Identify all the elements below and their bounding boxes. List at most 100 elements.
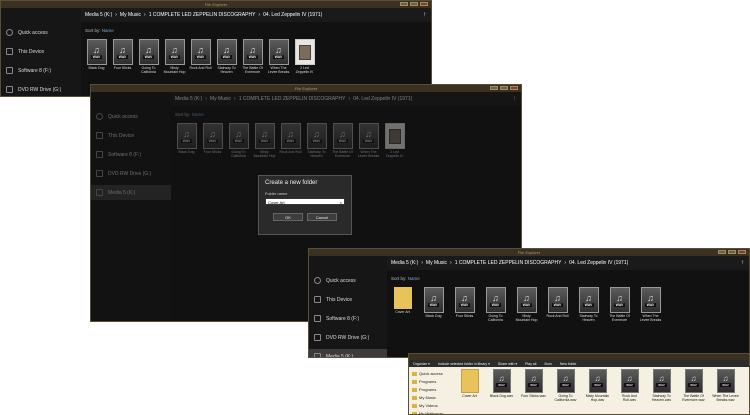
command-share-with[interactable]: Share with ▾	[498, 362, 517, 366]
maximize-button[interactable]	[410, 2, 418, 6]
wav-badge: WAV	[90, 54, 103, 59]
folder-name-input[interactable]: Cover Art ×	[265, 198, 345, 205]
file-item[interactable]: ♫ WAV Rock And Roll.wav	[616, 369, 643, 402]
file-item[interactable]: ♫ WAV The Battle Of Evermore	[608, 287, 631, 322]
file-item[interactable]: ♫ WAV Stairway To Heaven	[577, 287, 600, 322]
file-item[interactable]: ♫ WAV Misty Mountain Hop	[253, 123, 276, 158]
breadcrumb-item[interactable]: Media 5 (K:)	[391, 260, 418, 266]
file-item[interactable]: ♫ WAV When The Levee Breaks.wav	[712, 369, 739, 402]
file-item[interactable]: ♫ WAV Misty Mountain Hop	[163, 39, 186, 74]
command-burn[interactable]: Burn	[544, 362, 551, 366]
file-item[interactable]: ♫ WAV Stairway To Heaven.wav	[648, 369, 675, 402]
nav-item-my-wallpaper[interactable]: My Wallpaper	[409, 410, 455, 414]
sidebar-item-this-device[interactable]: This Device	[309, 292, 387, 307]
minimize-button[interactable]	[400, 2, 408, 6]
breadcrumb-item[interactable]: My Music	[426, 260, 447, 266]
sidebar-item-quick-access[interactable]: Quick access	[309, 273, 387, 288]
nav-item-quick-access[interactable]: Quick access	[409, 370, 455, 378]
command-organize[interactable]: Organize ▾	[413, 362, 430, 366]
file-item[interactable]: ♫ WAV Black Dog	[85, 39, 108, 74]
close-button[interactable]	[510, 86, 518, 90]
clear-icon[interactable]: ×	[340, 199, 342, 206]
sort-control[interactable]: Sort by: Name	[85, 28, 114, 33]
sidebar-item-software-8-f[interactable]: Software 8 (F:)	[309, 311, 387, 326]
nav-item-my-music[interactable]: My Music	[409, 394, 455, 402]
file-item[interactable]: ♫ WAV Going To California	[484, 287, 507, 322]
breadcrumb-item[interactable]: My Music	[210, 96, 231, 102]
sidebar-item-quick-access[interactable]: Quick access	[91, 109, 171, 124]
file-item[interactable]: ♫ WAV Four Sticks	[453, 287, 476, 322]
sort-control[interactable]: Sort by: Name	[391, 276, 420, 281]
command-include-selected-folder-in-library[interactable]: Include selected folder in library ▾	[438, 362, 490, 366]
folder-item[interactable]: Cover Art	[456, 369, 483, 402]
nav-item-my-videos[interactable]: My Videos	[409, 402, 455, 410]
file-item[interactable]: ♫ WAV Stairway To Heaven	[305, 123, 328, 158]
folder-item[interactable]: Cover Art	[391, 287, 414, 322]
sidebar-item-software-8-f[interactable]: Software 8 (F:)	[1, 63, 81, 78]
file-item[interactable]: ♫ WAV Black Dog.wav	[488, 369, 515, 402]
nav-item-programs[interactable]: Programs	[409, 378, 455, 386]
file-item[interactable]: ♫ WAV Going To California	[227, 123, 250, 158]
nav-item-programs[interactable]: Programs	[409, 386, 455, 394]
command-play-all[interactable]: Play all	[525, 362, 536, 366]
sidebar-item-software-8-f[interactable]: Software 8 (F:)	[91, 147, 171, 162]
file-item[interactable]: ♫ WAV The Battle Of Evermore	[331, 123, 354, 158]
file-item[interactable]: ♫ WAV Rock And Roll	[279, 123, 302, 158]
sidebar-item-media-5-k[interactable]: Media 5 (K:)	[91, 185, 171, 200]
sidebar-item-quick-access[interactable]: Quick access	[1, 25, 81, 40]
ok-button[interactable]: OK	[273, 213, 303, 221]
file-item[interactable]: 2 Led Zeppelin IV	[293, 39, 316, 74]
up-arrow-icon[interactable]: ↑	[423, 12, 426, 18]
sidebar-item-this-device[interactable]: This Device	[1, 44, 81, 59]
close-button[interactable]	[738, 250, 746, 254]
file-item[interactable]: 2 Led Zeppelin IV	[383, 123, 406, 158]
breadcrumb-item[interactable]: My Music	[120, 12, 141, 18]
file-item[interactable]: ♫ WAV The Battle Of Evermore.wav	[680, 369, 707, 402]
up-arrow-icon[interactable]: ↑	[741, 260, 744, 266]
file-item[interactable]: ♫ WAV Stairway To Heaven	[215, 39, 238, 74]
sort-value[interactable]: Name	[408, 276, 420, 281]
file-item[interactable]: ♫ WAV Rock And Roll	[189, 39, 212, 74]
file-item[interactable]: ♫ WAV Misty Mountain Hop	[515, 287, 538, 322]
file-item[interactable]: ♫ WAV Four Sticks	[201, 123, 224, 158]
file-item[interactable]: ♫ WAV Black Dog	[175, 123, 198, 158]
cancel-button[interactable]: Cancel	[307, 213, 337, 221]
breadcrumb-item[interactable]: 1 COMPLETE LED ZEPPELIN DISCOGRAPHY	[239, 96, 346, 102]
minimize-button[interactable]	[490, 86, 498, 90]
close-button[interactable]	[420, 2, 428, 6]
file-item[interactable]: ♫ WAV Black Dog	[422, 287, 445, 322]
breadcrumb-item[interactable]: Media 5 (K:)	[175, 96, 202, 102]
file-item[interactable]: ♫ WAV When The Levee Breaks	[357, 123, 380, 158]
file-item[interactable]: ♫ WAV The Battle Of Evermore	[241, 39, 264, 74]
sort-value[interactable]: Name	[192, 112, 204, 117]
up-arrow-icon[interactable]: ↑	[513, 96, 516, 102]
file-item[interactable]: ♫ WAV Misty Mountain Hop.wav	[584, 369, 611, 402]
title-bar[interactable]: File Explorer	[309, 249, 749, 256]
breadcrumb-item[interactable]: 1 COMPLETE LED ZEPPELIN DISCOGRAPHY	[455, 260, 562, 266]
sidebar-item-media-5-k[interactable]: Media 5 (K:)	[309, 349, 387, 357]
maximize-button[interactable]	[500, 86, 508, 90]
title-bar[interactable]: File Explorer	[91, 85, 521, 92]
breadcrumb-item[interactable]: Media 5 (K:)	[85, 12, 112, 18]
breadcrumb-item[interactable]: 04. Led Zeppelin IV (1971)	[353, 96, 412, 102]
title-bar[interactable]: File Explorer	[1, 1, 431, 8]
file-item[interactable]: ♫ WAV Rock And Roll	[546, 287, 569, 322]
breadcrumb-item[interactable]: 04. Led Zeppelin IV (1971)	[263, 12, 322, 18]
file-item[interactable]: ♫ WAV Going To California	[137, 39, 160, 74]
breadcrumb-item[interactable]: 04. Led Zeppelin IV (1971)	[569, 260, 628, 266]
file-item[interactable]: ♫ WAV Four Sticks	[111, 39, 134, 74]
sidebar-item-dvd-rw-drive-g[interactable]: DVD RW Drive (G:)	[91, 166, 171, 181]
command-new-folder[interactable]: New folder	[560, 362, 577, 366]
maximize-button[interactable]	[728, 250, 736, 254]
sort-control[interactable]: Sort by: Name	[175, 112, 204, 117]
file-item[interactable]: ♫ WAV Going To California.wav	[552, 369, 579, 402]
minimize-button[interactable]	[718, 250, 726, 254]
file-item[interactable]: ♫ WAV When The Levee Breaks	[639, 287, 662, 322]
sidebar-item-dvd-rw-drive-g[interactable]: DVD RW Drive (G:)	[309, 330, 387, 345]
sidebar-item-this-device[interactable]: This Device	[91, 128, 171, 143]
file-item[interactable]: ♫ WAV When The Levee Breaks	[267, 39, 290, 74]
breadcrumb-item[interactable]: 1 COMPLETE LED ZEPPELIN DISCOGRAPHY	[149, 12, 256, 18]
sort-value[interactable]: Name	[102, 28, 114, 33]
file-item[interactable]: ♫ WAV Four Sticks.wav	[520, 369, 547, 402]
sidebar-item-dvd-rw-drive-g[interactable]: DVD RW Drive (G:)	[1, 82, 81, 96]
